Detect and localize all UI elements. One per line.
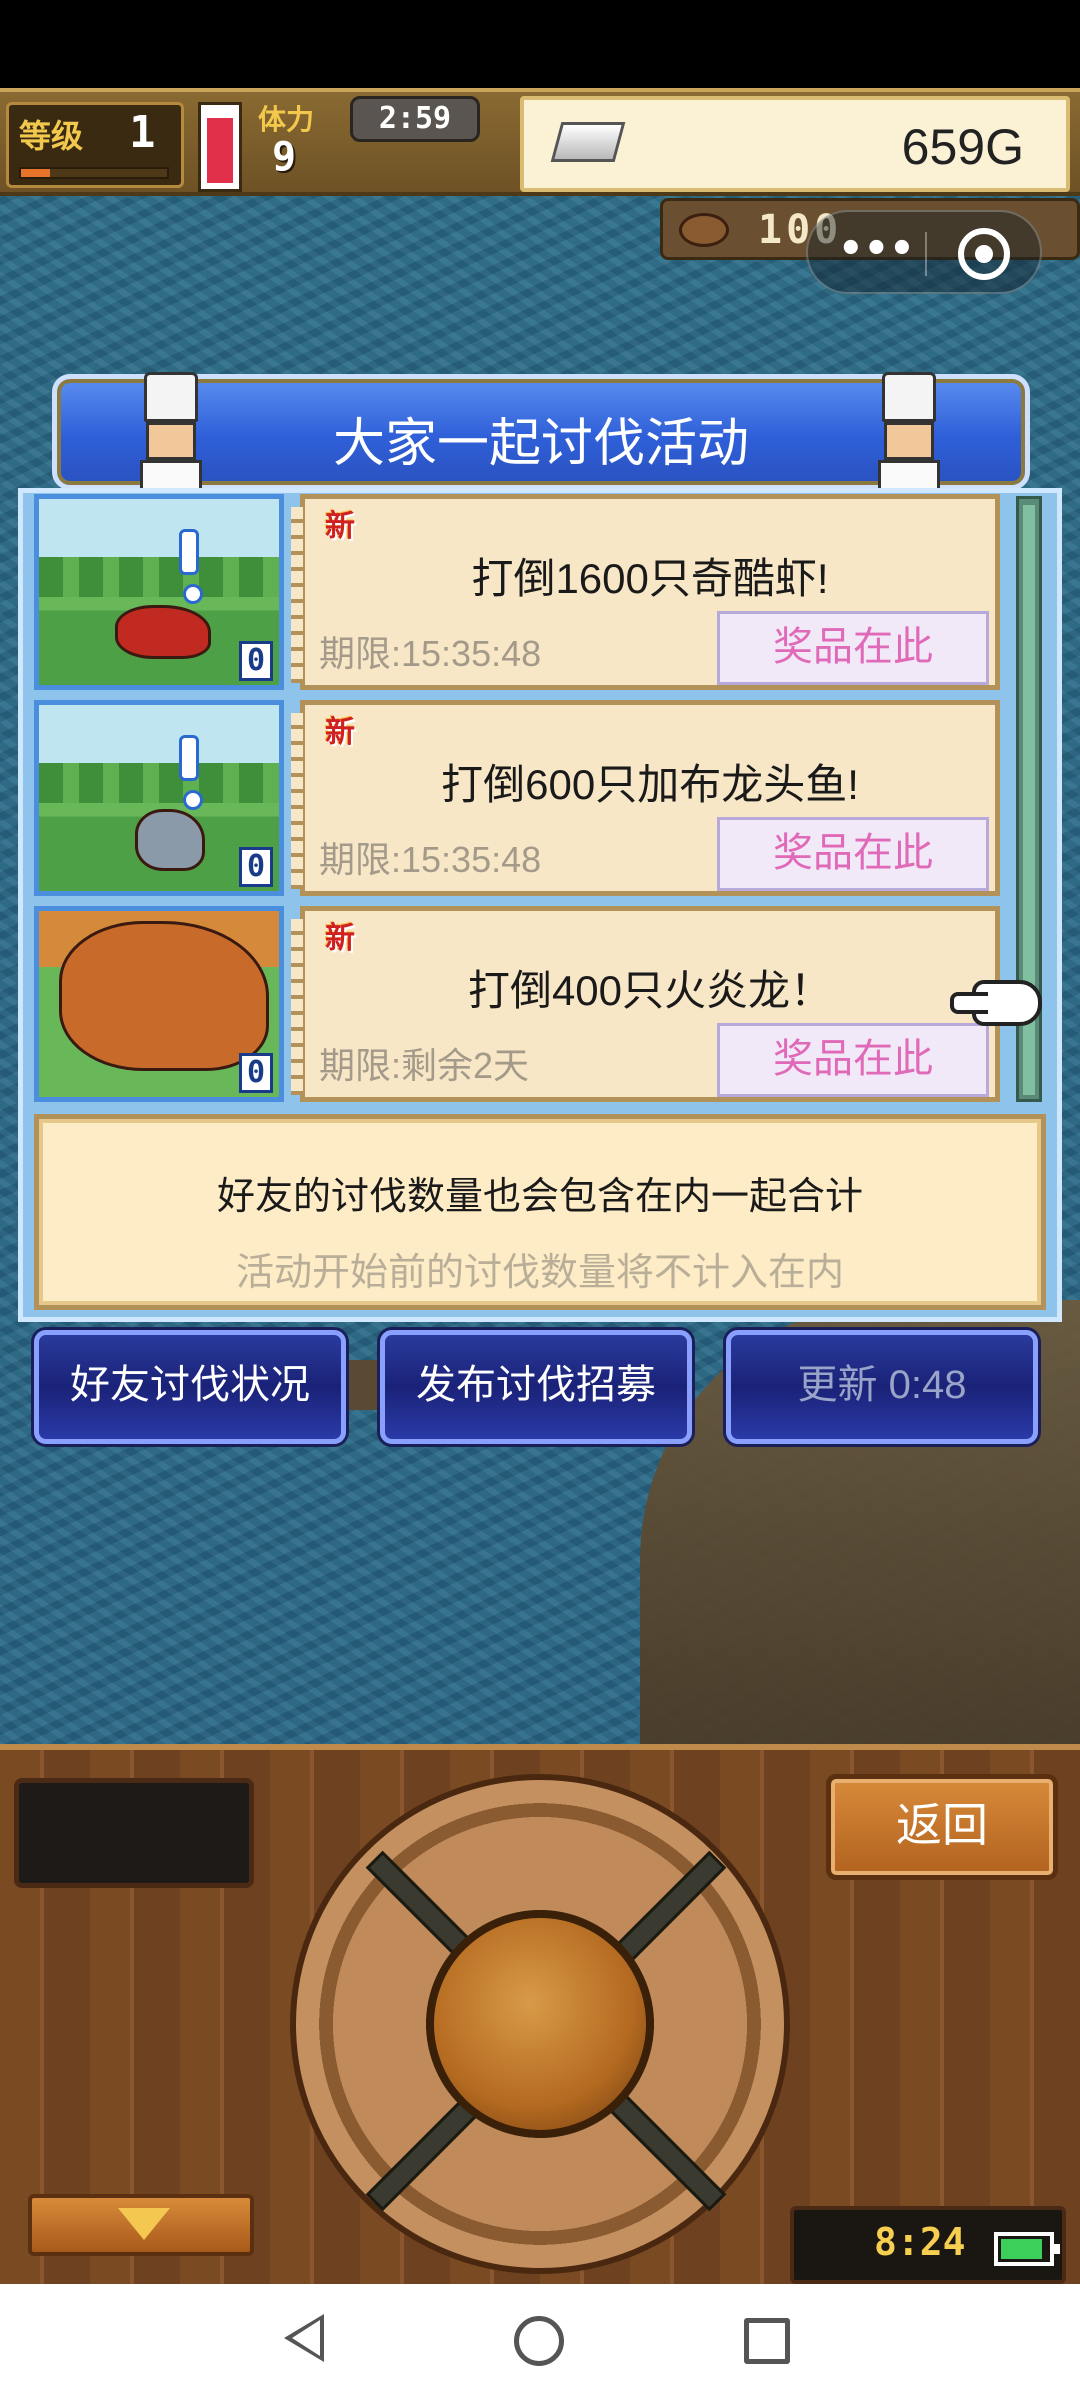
quest-count: 0: [239, 641, 273, 681]
prize-button[interactable]: 奖品在此: [717, 817, 989, 891]
level-value: 1: [129, 107, 156, 158]
quest-row: 0 新 打倒600只加布龙头鱼! 期限:15:35:48 奖品在此: [30, 700, 1006, 896]
quest-deadline: 期限:15:35:48: [319, 839, 542, 880]
nav-home-icon[interactable]: [514, 2316, 564, 2366]
level-label: 等级: [19, 117, 84, 155]
more-menu-icon[interactable]: •••: [838, 226, 915, 282]
level-progress-fill: [21, 169, 51, 177]
gold-value: 659G: [901, 119, 1024, 175]
chef-left-icon: [132, 372, 212, 492]
pointer-hand-icon: [950, 980, 1042, 1026]
quest-row: 0 新 打倒400只火炎龙！ 期限:剩余2天 奖品在此: [30, 906, 1006, 1102]
status-bar-area: [0, 0, 1080, 88]
quest-card: 新 打倒400只火炎龙！ 期限:剩余2天 奖品在此: [291, 906, 1000, 1102]
silver-bar-icon: [550, 122, 626, 162]
prize-button[interactable]: 奖品在此: [717, 611, 989, 685]
gold-display: 659G: [520, 96, 1070, 192]
info-sub-text: 活动开始前的讨伐数量将不计入在内: [235, 1252, 844, 1294]
quest-thumbnail: 0: [34, 700, 284, 896]
new-badge: 新: [325, 509, 355, 544]
level-box: 等级 1: [6, 102, 184, 188]
quest-thumbnail: 0: [34, 906, 284, 1102]
quest-row: 0 新 打倒1600只奇酷虾! 期限:15:35:48 奖品在此: [30, 494, 1006, 690]
life-ring-wheel[interactable]: [290, 1774, 790, 2274]
quest-card: 新 打倒1600只奇酷虾! 期限:15:35:48 奖品在此: [291, 494, 1000, 690]
exclamation-icon: [179, 529, 203, 604]
nav-back-icon[interactable]: [284, 2314, 324, 2362]
bottom-console: 返回 8:24: [0, 1744, 1080, 2284]
chevron-down-icon: [118, 2208, 170, 2240]
post-recruit-button[interactable]: 发布讨伐招募: [380, 1330, 692, 1444]
fish-icon: [679, 213, 729, 247]
stamina-value: 9: [272, 134, 297, 180]
prize-button[interactable]: 奖品在此: [717, 1023, 989, 1097]
chef-right-icon: [870, 372, 950, 492]
quest-title: 打倒1600只奇酷虾!: [471, 555, 829, 602]
console-slot: [14, 1778, 254, 1888]
capsule-divider: [925, 232, 927, 276]
nav-recents-icon[interactable]: [744, 2318, 790, 2364]
exclamation-icon: [179, 735, 203, 810]
back-button[interactable]: 返回: [826, 1774, 1058, 1880]
level-progress-bar: [19, 167, 169, 179]
battery-fill: [1001, 2239, 1042, 2259]
event-info-box: 好友的讨伐数量也会包含在内一起合计 活动开始前的讨伐数量将不计入在内: [34, 1114, 1046, 1310]
info-main-text: 好友的讨伐数量也会包含在内一起合计: [216, 1176, 863, 1218]
quest-thumbnail: 0: [34, 494, 284, 690]
quest-title: 打倒400只火炎龙！: [467, 967, 833, 1014]
clock-time: 8:24: [874, 2220, 966, 2264]
mini-program-capsule: •••: [806, 210, 1042, 294]
new-badge: 新: [325, 715, 355, 750]
new-badge: 新: [325, 921, 355, 956]
fish-monster-icon: [135, 809, 205, 871]
friend-status-button[interactable]: 好友讨伐状况: [34, 1330, 346, 1444]
quest-count: 0: [239, 1053, 273, 1093]
wheel-center-button[interactable]: [426, 1910, 654, 2138]
shrimp-monster-icon: [115, 605, 211, 659]
quest-card: 新 打倒600只加布龙头鱼! 期限:15:35:48 奖品在此: [291, 700, 1000, 896]
stamina-label: 体力: [258, 103, 315, 136]
battery-icon: [994, 2232, 1060, 2266]
clock-display: 8:24: [790, 2206, 1066, 2284]
quest-title: 打倒600只加布龙头鱼!: [441, 761, 859, 808]
energy-gauge: [198, 102, 242, 192]
close-target-icon[interactable]: [958, 228, 1010, 280]
refresh-button[interactable]: 更新 0:48: [726, 1330, 1038, 1444]
system-nav-bar: [0, 2284, 1080, 2400]
quest-deadline: 期限:剩余2天: [319, 1045, 530, 1086]
dragon-monster-icon: [59, 921, 269, 1071]
quest-deadline: 期限:15:35:48: [319, 633, 542, 674]
top-hud: 等级 1 体力 9 2:59 659G: [0, 88, 1080, 196]
down-arrow-button[interactable]: [28, 2194, 254, 2256]
quest-count: 0: [239, 847, 273, 887]
energy-gauge-fill: [207, 118, 233, 183]
game-screen: 等级 1 体力 9 2:59 659G 100 ••• 大家一起讨伐活动 0 新…: [0, 0, 1080, 2400]
timer-display: 2:59: [350, 96, 480, 142]
